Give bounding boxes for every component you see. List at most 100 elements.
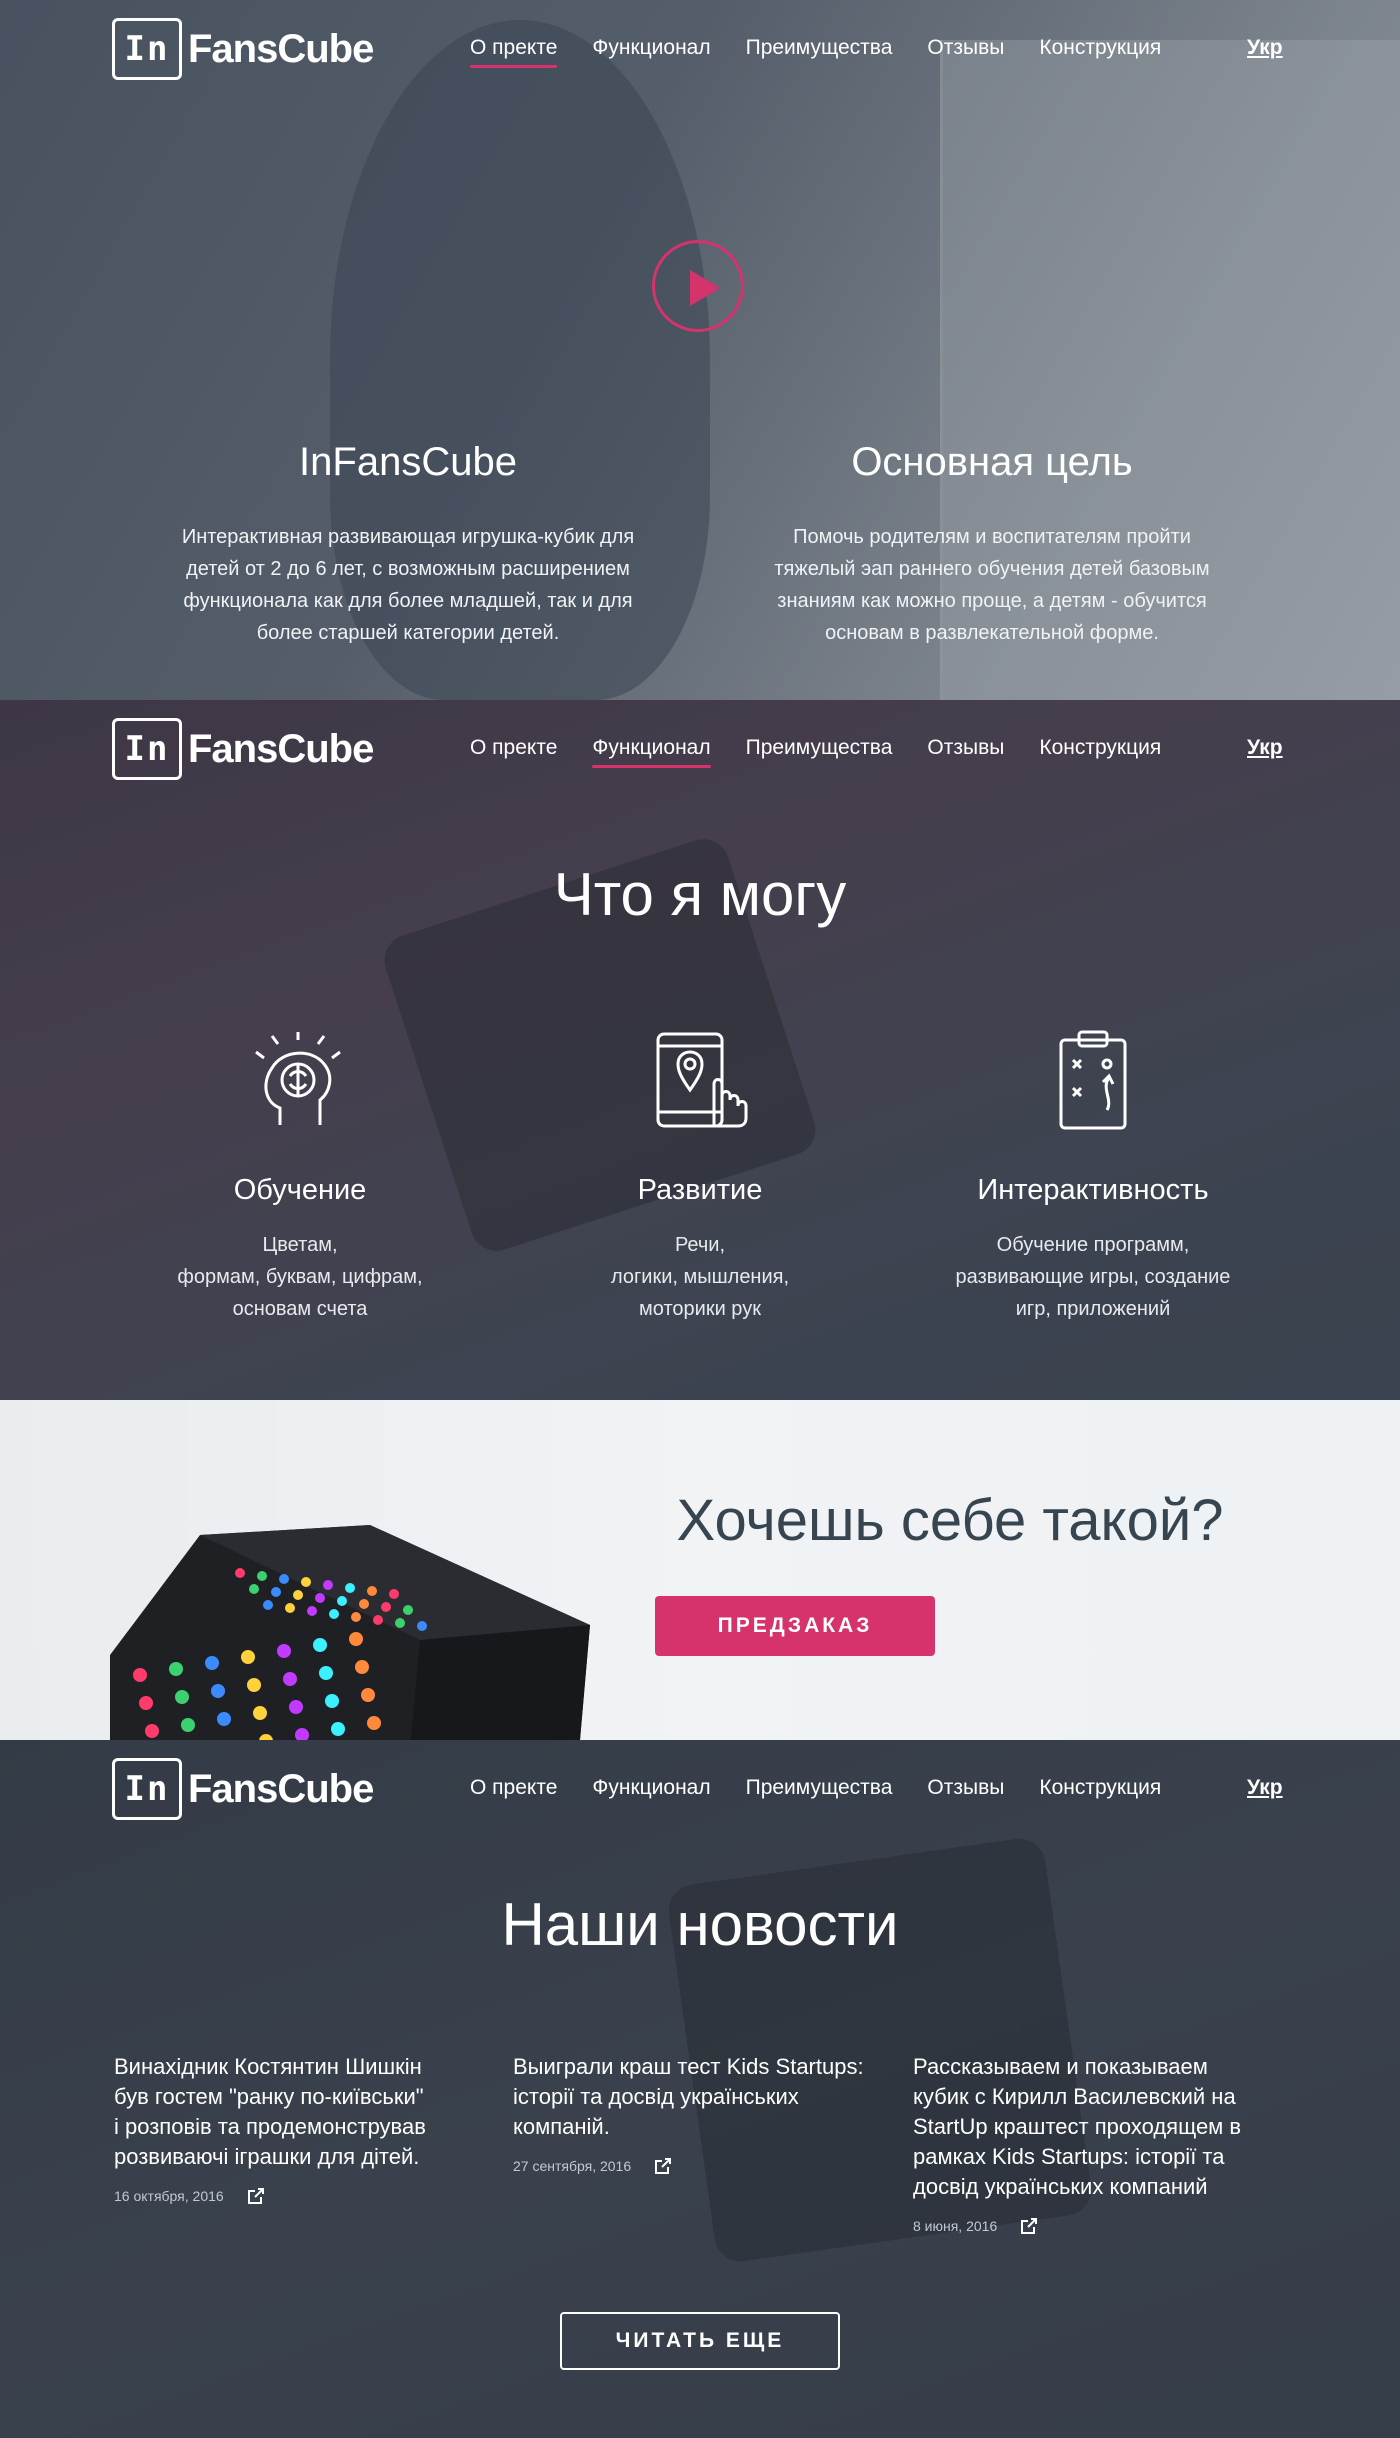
- led-dot: [235, 1568, 245, 1578]
- news-date: 16 октября, 2016: [114, 2188, 224, 2204]
- preorder-title: Хочешь себе такой?: [676, 1488, 1224, 1553]
- news-item-title[interactable]: Выиграли краш тест Kids Startups: історі…: [513, 2052, 893, 2142]
- language-switch[interactable]: Укр: [1247, 36, 1283, 60]
- led-dot: [217, 1712, 231, 1726]
- nav-link-about[interactable]: О пректе: [470, 736, 557, 768]
- hero-section: In FansCube О пректе Функционал Преимуще…: [0, 0, 1400, 700]
- read-more-button[interactable]: ЧИТАТЬ ЕЩЕ: [560, 2312, 840, 2370]
- news-meta: 27 сентября, 2016: [513, 2156, 893, 2176]
- nav-link-construction[interactable]: Конструкция: [1039, 1776, 1161, 1808]
- nav-link-features[interactable]: Функционал: [592, 1776, 710, 1808]
- led-dot: [279, 1574, 289, 1584]
- nav-link-reviews[interactable]: Отзывы: [927, 736, 1004, 768]
- led-dot: [403, 1605, 413, 1615]
- led-dot: [181, 1718, 195, 1732]
- hero-goal-text: Помочь родителям и воспитателям пройти т…: [774, 526, 1210, 644]
- led-dot: [367, 1716, 381, 1730]
- news-section: In FansCube О пректе Функционал Преимуще…: [0, 1740, 1400, 2438]
- video-play-button[interactable]: [652, 240, 744, 332]
- preorder-button[interactable]: ПРЕДЗАКАЗ: [655, 1596, 935, 1656]
- nav-link-features[interactable]: Функционал: [592, 736, 711, 768]
- news-title-line: рамках Kids Startups: історії та: [913, 2144, 1225, 2169]
- hero-about-text: Интерактивная развивающая игрушка-кубик …: [181, 526, 635, 644]
- news-title-line: компаній.: [513, 2114, 610, 2139]
- nav-links: О пректе Функционал Преимущества Отзывы …: [470, 36, 1161, 68]
- feature-line: Цветам,: [262, 1234, 338, 1256]
- feature-line: игр, приложений: [1015, 1298, 1171, 1320]
- feature-line: Речи,: [674, 1234, 726, 1256]
- external-link-icon[interactable]: [1019, 2216, 1039, 2236]
- led-dot: [319, 1666, 333, 1680]
- led-dot: [417, 1621, 427, 1631]
- led-dot: [345, 1583, 355, 1593]
- feature-development-title: Развитие: [637, 1174, 763, 1206]
- news-title-line: StartUp краштест проходящем в: [913, 2114, 1242, 2139]
- news-item-title[interactable]: Рассказываем и показываем кубик с Кирилл…: [913, 2052, 1293, 2202]
- language-switch[interactable]: Укр: [1247, 1776, 1283, 1800]
- led-cube-image: [110, 1525, 590, 1740]
- logo[interactable]: In FansCube: [112, 1758, 374, 1820]
- preorder-section: Хочешь себе такой? ПРЕДЗАКАЗ: [0, 1400, 1400, 1740]
- news-title-line: Рассказываем и показываем: [913, 2054, 1208, 2079]
- features-section: In FansCube О пректе Функционал Преимуще…: [0, 700, 1400, 1400]
- led-dot: [247, 1678, 261, 1692]
- led-dot: [301, 1577, 311, 1587]
- feature-interactivity-title: Интерактивность: [977, 1174, 1209, 1206]
- nav-link-about[interactable]: О пректе: [470, 36, 558, 68]
- logo-text: FansCube: [188, 26, 374, 71]
- external-link-icon[interactable]: [653, 2156, 673, 2176]
- nav-links: О пректе Функционал Преимущества Отзывы …: [470, 1776, 1161, 1808]
- led-dot: [293, 1590, 303, 1600]
- logo-text: FansCube: [188, 1766, 374, 1811]
- nav-link-about[interactable]: О пректе: [470, 1776, 557, 1808]
- logo-text: FansCube: [188, 726, 374, 771]
- news-item[interactable]: Винахідник Костянтин Шишкін був гостем "…: [114, 2052, 494, 2206]
- external-link-icon[interactable]: [246, 2186, 266, 2206]
- led-dot: [389, 1589, 399, 1599]
- feature-learning: Обучение Цветам, формам, буквам, цифрам,…: [100, 1030, 500, 1325]
- logo[interactable]: In FansCube: [112, 18, 374, 80]
- led-dot: [277, 1644, 291, 1658]
- feature-development-text: Речи, логики, мышления, моторики рук: [500, 1229, 900, 1325]
- navbar: In FansCube О пректе Функционал Преимуще…: [0, 700, 1400, 800]
- led-dot: [307, 1606, 317, 1616]
- led-dot: [285, 1603, 295, 1613]
- feature-line: развивающие игры, создание: [955, 1266, 1231, 1288]
- nav-link-advantages[interactable]: Преимущества: [746, 736, 893, 768]
- news-title-line: був гостем "ранку по-київськи": [114, 2084, 424, 2109]
- navbar: In FansCube О пректе Функционал Преимуще…: [0, 1740, 1400, 1840]
- hero-goal-title: Основная цель: [851, 440, 1133, 484]
- nav-link-advantages[interactable]: Преимущества: [746, 36, 893, 68]
- news-date: 8 июня, 2016: [913, 2218, 998, 2234]
- led-dot: [289, 1700, 303, 1714]
- feature-line: основам счета: [232, 1298, 368, 1320]
- news-item-title[interactable]: Винахідник Костянтин Шишкін був гостем "…: [114, 2052, 494, 2172]
- news-title-line: Винахідник Костянтин Шишкін: [114, 2054, 422, 2079]
- nav-link-construction[interactable]: Конструкция: [1039, 736, 1161, 768]
- news-title-line: кубик с Кирилл Василевский на: [913, 2084, 1236, 2109]
- news-item[interactable]: Выиграли краш тест Kids Startups: історі…: [513, 2052, 893, 2176]
- feature-line: логики, мышления,: [610, 1266, 790, 1288]
- nav-link-reviews[interactable]: Отзывы: [927, 1776, 1004, 1808]
- led-dot: [283, 1672, 297, 1686]
- led-dot: [139, 1696, 153, 1710]
- led-dot: [329, 1609, 339, 1619]
- clipboard-strategy-icon: [1059, 1030, 1127, 1130]
- news-date: 27 сентября, 2016: [513, 2158, 632, 2174]
- led-dot: [253, 1706, 267, 1720]
- led-dot: [325, 1694, 339, 1708]
- led-dot: [331, 1722, 345, 1736]
- logo[interactable]: In FansCube: [112, 718, 374, 780]
- nav-link-construction[interactable]: Конструкция: [1039, 36, 1161, 68]
- nav-link-features[interactable]: Функционал: [592, 36, 710, 68]
- led-dot: [349, 1632, 363, 1646]
- led-dot: [361, 1688, 375, 1702]
- feature-development: Развитие Речи, логики, мышления, моторик…: [500, 1030, 900, 1325]
- hero-column-goal: Основная цель Помочь родителям и воспита…: [752, 440, 1232, 649]
- nav-link-reviews[interactable]: Отзывы: [927, 36, 1004, 68]
- news-title-line: досвід українських компаний: [913, 2174, 1208, 2199]
- nav-link-advantages[interactable]: Преимущества: [746, 1776, 893, 1808]
- led-dot: [175, 1690, 189, 1704]
- news-item[interactable]: Рассказываем и показываем кубик с Кирилл…: [913, 2052, 1293, 2236]
- language-switch[interactable]: Укр: [1247, 736, 1283, 760]
